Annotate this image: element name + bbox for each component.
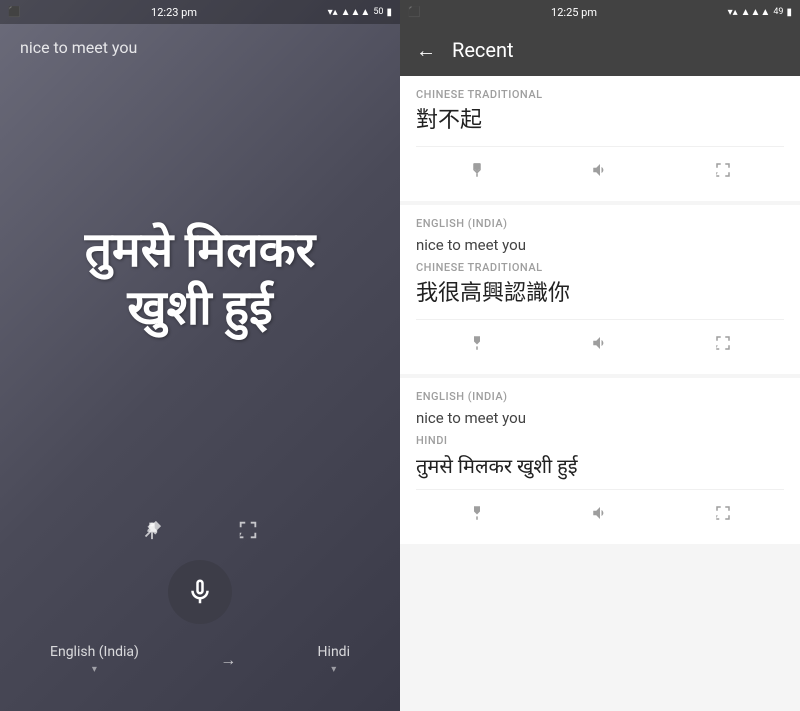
- photo-icon-right: ⬛: [408, 7, 420, 18]
- signal-icon-left: ▲▲▲: [341, 7, 371, 18]
- icon-row: [20, 512, 380, 548]
- battery-label-right: 49: [773, 7, 783, 17]
- language-bar: English (India) ▾ → Hindi ▾: [20, 636, 380, 691]
- target-lang-label: Hindi: [318, 644, 350, 660]
- translated-text-content: तुमसे मिलकर खुशी हुई: [85, 221, 316, 336]
- card2-main-text: 我很高興認識你: [416, 280, 784, 309]
- card2-sound-button[interactable]: [571, 328, 629, 362]
- wifi-icon-right: ▾▴: [728, 7, 738, 18]
- target-lang-dropdown: ▾: [331, 664, 336, 675]
- card3-sound-button[interactable]: [571, 498, 629, 532]
- translation-area: तुमसे मिलकर खुशी हुई: [0, 65, 400, 492]
- card3-actions: [416, 489, 784, 536]
- card2-pin-button[interactable]: [448, 328, 506, 362]
- wifi-icon-left: ▾▴: [328, 7, 338, 18]
- card2-source-text: nice to meet you: [416, 236, 784, 256]
- card3-target-lang-label: HINDI: [416, 434, 784, 447]
- card1-sound-button[interactable]: [571, 155, 629, 189]
- status-bar-right: ⬛ 12:25 pm ▾▴ ▲▲▲ 49 ▮: [400, 0, 800, 24]
- toolbar: ← Recent: [400, 24, 800, 76]
- battery-icon-right: ▮: [786, 7, 792, 18]
- card1-pin-button[interactable]: [448, 155, 506, 189]
- card1-actions: [416, 146, 784, 193]
- lang-arrow: →: [220, 650, 236, 670]
- time-right: 12:25 pm: [551, 6, 597, 19]
- time-left: 12:23 pm: [151, 6, 197, 19]
- mic-button[interactable]: [168, 560, 232, 624]
- source-lang-dropdown: ▾: [92, 664, 97, 675]
- card1-main-text: 對不起: [416, 107, 784, 136]
- expand-button-left[interactable]: [230, 512, 266, 548]
- card3-expand-button[interactable]: [694, 498, 752, 532]
- source-lang-label: English (India): [50, 644, 139, 660]
- battery-icon-left: ▮: [386, 7, 392, 18]
- photo-icon-left: ⬛: [8, 7, 20, 18]
- target-language[interactable]: Hindi ▾: [318, 644, 350, 675]
- battery-label-left: 50: [373, 7, 383, 17]
- card2-actions: [416, 319, 784, 366]
- card2-target-lang-label: CHINESE TRADITIONAL: [416, 261, 784, 274]
- card3-source-text: nice to meet you: [416, 409, 784, 429]
- card1-lang-label: CHINESE TRADITIONAL: [416, 88, 784, 101]
- signal-icon-right: ▲▲▲: [741, 7, 771, 18]
- card1-expand-button[interactable]: [694, 155, 752, 189]
- bottom-controls: English (India) ▾ → Hindi ▾: [0, 492, 400, 711]
- status-bar-left: ⬛ 12:23 pm ▾▴ ▲▲▲ 50 ▮: [0, 0, 400, 24]
- recent-card-2: ENGLISH (INDIA) nice to meet you CHINESE…: [400, 205, 800, 374]
- card3-main-text: तुमसे मिलकर खुशी हुई: [416, 453, 784, 479]
- source-language[interactable]: English (India) ▾: [50, 644, 139, 675]
- recent-card-1: CHINESE TRADITIONAL 對不起: [400, 76, 800, 201]
- card2-expand-button[interactable]: [694, 328, 752, 362]
- recent-list: CHINESE TRADITIONAL 對不起: [400, 76, 800, 711]
- card3-pin-button[interactable]: [448, 498, 506, 532]
- recent-card-3: ENGLISH (INDIA) nice to meet you HINDI त…: [400, 378, 800, 545]
- card3-source-lang-label: ENGLISH (INDIA): [416, 390, 784, 403]
- input-text: nice to meet you: [0, 24, 400, 65]
- back-button[interactable]: ←: [416, 38, 436, 63]
- toolbar-title: Recent: [452, 38, 514, 62]
- translated-text: तुमसे मिलकर खुशी हुई: [65, 221, 336, 336]
- pin-button-left[interactable]: [134, 512, 170, 548]
- right-panel: ⬛ 12:25 pm ▾▴ ▲▲▲ 49 ▮ ← Recent CHINESE …: [400, 0, 800, 711]
- card2-source-lang-label: ENGLISH (INDIA): [416, 217, 784, 230]
- left-panel: ⬛ 12:23 pm ▾▴ ▲▲▲ 50 ▮ nice to meet you …: [0, 0, 400, 711]
- status-icons-left: ▾▴ ▲▲▲ 50 ▮: [328, 7, 392, 18]
- status-icons-right: ▾▴ ▲▲▲ 49 ▮: [728, 7, 792, 18]
